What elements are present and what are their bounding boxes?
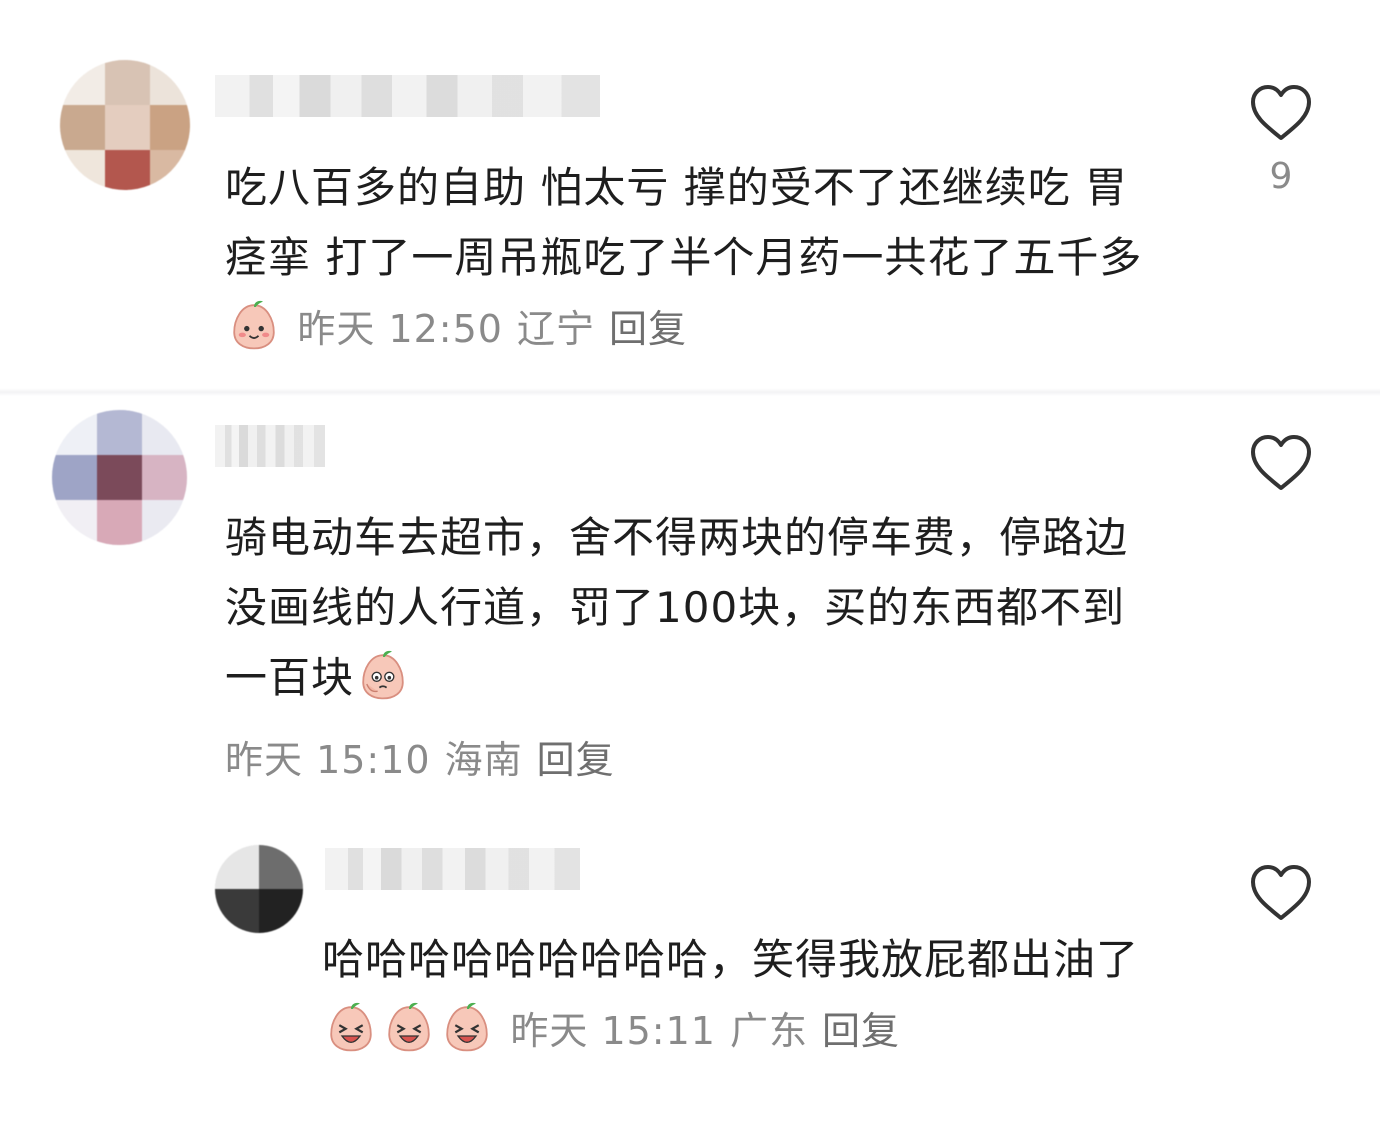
facepalm-emoji-icon (362, 650, 404, 700)
username-blurred[interactable] (325, 848, 580, 890)
avatar[interactable] (52, 410, 187, 545)
like-button[interactable]: 9 (1246, 82, 1316, 197)
like-count: 9 (1269, 156, 1293, 197)
reply-item: 哈哈哈哈哈哈哈哈哈，笑得我放屁都出油了 昨天 15:11 广东 回复 (0, 810, 1380, 1134)
avatar[interactable] (215, 845, 303, 933)
reply-button[interactable]: 回复 (609, 307, 687, 351)
laughing-emoji-icon (388, 1002, 430, 1052)
comment-text: 哈哈哈哈哈哈哈哈哈，笑得我放屁都出油了 (322, 935, 1140, 984)
heart-outline-icon (1251, 85, 1311, 140)
comment-location: 广东 (729, 1009, 808, 1053)
like-button[interactable] (1246, 862, 1316, 936)
comment-meta: 昨天 15:11 广东 回复 (510, 1009, 914, 1053)
comment-item: 吃八百多的自助 怕太亏 撑的受不了还继续吃 胃痉挛 打了一周吊瓶吃了半个月药一共… (0, 0, 1380, 390)
comment-meta: 昨天 15:10 海南 回复 (225, 730, 629, 790)
like-button[interactable] (1246, 432, 1316, 506)
username-blurred[interactable] (215, 75, 600, 117)
comment-body: 吃八百多的自助 怕太亏 撑的受不了还继续吃 胃痉挛 打了一周吊瓶吃了半个月药一共… (225, 153, 1165, 364)
comment-time: 昨天 15:11 (510, 1009, 716, 1053)
reply-button[interactable]: 回复 (822, 1009, 900, 1053)
reply-button[interactable]: 回复 (537, 738, 615, 782)
comment-time: 昨天 12:50 (297, 307, 503, 351)
avatar[interactable] (60, 60, 190, 190)
comment-item: 骑电动车去超市，舍不得两块的停车费，停路边没画线的人行道，罚了100块，买的东西… (0, 390, 1380, 810)
heart-outline-icon (1251, 865, 1311, 920)
comment-meta: 昨天 12:50 辽宁 回复 (297, 307, 701, 351)
comment-list: 吃八百多的自助 怕太亏 撑的受不了还继续吃 胃痉挛 打了一周吊瓶吃了半个月药一共… (0, 0, 1380, 1134)
comment-body: 骑电动车去超市，舍不得两块的停车费，停路边没画线的人行道，罚了100块，买的东西… (225, 503, 1165, 713)
username-blurred[interactable] (215, 425, 325, 467)
comment-location: 海南 (444, 738, 523, 782)
smile-emoji-icon (233, 300, 275, 350)
laughing-emoji-icon (330, 1002, 372, 1052)
comment-body: 哈哈哈哈哈哈哈哈哈，笑得我放屁都出油了 昨天 15:11 广东 回复 (322, 925, 1192, 1066)
heart-outline-icon (1251, 435, 1311, 490)
laughing-emoji-icon (446, 1002, 488, 1052)
comment-text: 吃八百多的自助 怕太亏 撑的受不了还继续吃 胃痉挛 打了一周吊瓶吃了半个月药一共… (225, 163, 1143, 282)
comment-location: 辽宁 (516, 307, 595, 351)
comment-time: 昨天 15:10 (225, 738, 431, 782)
